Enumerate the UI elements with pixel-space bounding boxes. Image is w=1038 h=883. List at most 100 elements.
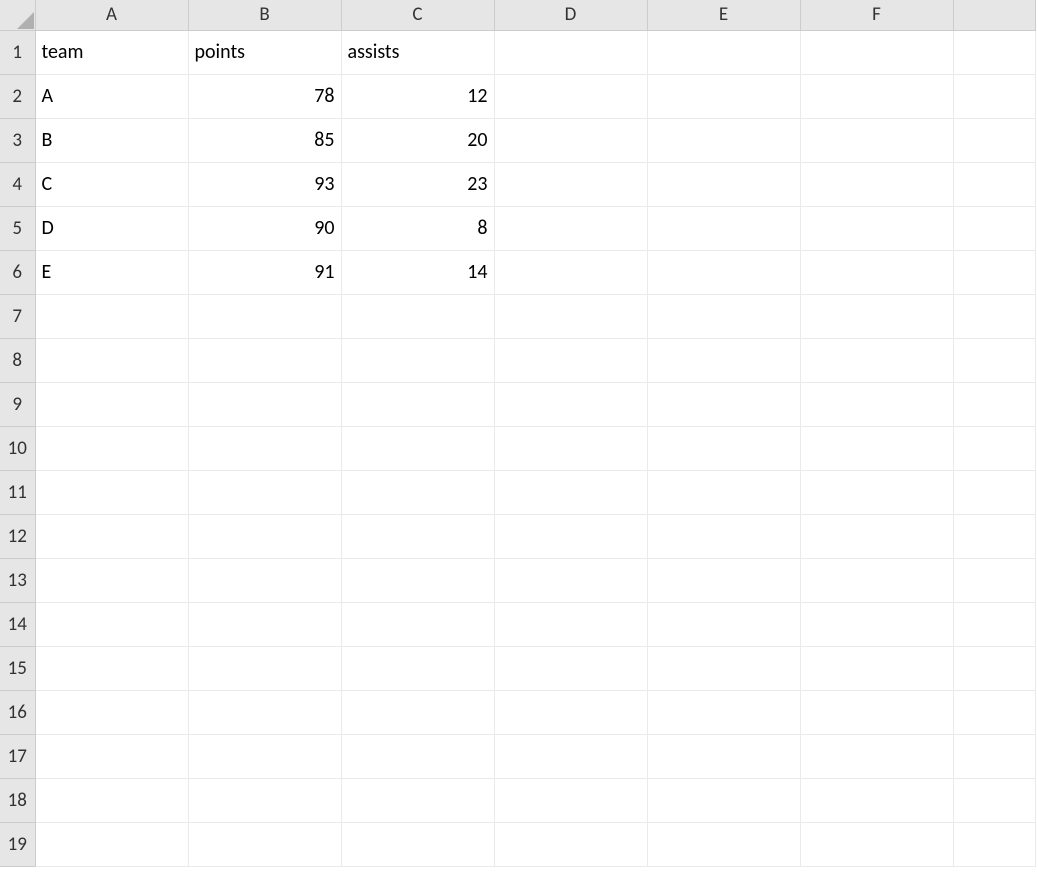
cell-C1[interactable]: assists bbox=[341, 30, 494, 74]
cell-E7[interactable] bbox=[647, 294, 800, 338]
cell-D7[interactable] bbox=[494, 294, 647, 338]
cell-F8[interactable] bbox=[800, 338, 953, 382]
cell-D17[interactable] bbox=[494, 734, 647, 778]
cell-G7[interactable] bbox=[953, 294, 1035, 338]
cell-D2[interactable] bbox=[494, 74, 647, 118]
cell-B11[interactable] bbox=[188, 470, 341, 514]
row-header-17[interactable]: 17 bbox=[0, 734, 35, 778]
cell-D1[interactable] bbox=[494, 30, 647, 74]
row-header-9[interactable]: 9 bbox=[0, 382, 35, 426]
row-header-12[interactable]: 12 bbox=[0, 514, 35, 558]
cell-C16[interactable] bbox=[341, 690, 494, 734]
cell-B4[interactable]: 93 bbox=[188, 162, 341, 206]
cell-B9[interactable] bbox=[188, 382, 341, 426]
row-header-10[interactable]: 10 bbox=[0, 426, 35, 470]
cell-F11[interactable] bbox=[800, 470, 953, 514]
cell-F7[interactable] bbox=[800, 294, 953, 338]
row-header-2[interactable]: 2 bbox=[0, 74, 35, 118]
cell-C5[interactable]: 8 bbox=[341, 206, 494, 250]
cell-C2[interactable]: 12 bbox=[341, 74, 494, 118]
cell-C12[interactable] bbox=[341, 514, 494, 558]
cell-F19[interactable] bbox=[800, 822, 953, 866]
cell-E4[interactable] bbox=[647, 162, 800, 206]
cell-A4[interactable]: C bbox=[35, 162, 188, 206]
cell-B3[interactable]: 85 bbox=[188, 118, 341, 162]
cell-B6[interactable]: 91 bbox=[188, 250, 341, 294]
cell-G11[interactable] bbox=[953, 470, 1035, 514]
cell-E10[interactable] bbox=[647, 426, 800, 470]
cell-G6[interactable] bbox=[953, 250, 1035, 294]
row-header-7[interactable]: 7 bbox=[0, 294, 35, 338]
row-header-19[interactable]: 19 bbox=[0, 822, 35, 866]
cell-C18[interactable] bbox=[341, 778, 494, 822]
cell-A7[interactable] bbox=[35, 294, 188, 338]
cell-D11[interactable] bbox=[494, 470, 647, 514]
cell-F4[interactable] bbox=[800, 162, 953, 206]
cell-C19[interactable] bbox=[341, 822, 494, 866]
cell-A8[interactable] bbox=[35, 338, 188, 382]
cell-F9[interactable] bbox=[800, 382, 953, 426]
cell-D3[interactable] bbox=[494, 118, 647, 162]
cell-G13[interactable] bbox=[953, 558, 1035, 602]
cell-G18[interactable] bbox=[953, 778, 1035, 822]
cell-A3[interactable]: B bbox=[35, 118, 188, 162]
cell-A2[interactable]: A bbox=[35, 74, 188, 118]
cell-G15[interactable] bbox=[953, 646, 1035, 690]
cell-B12[interactable] bbox=[188, 514, 341, 558]
cell-F17[interactable] bbox=[800, 734, 953, 778]
cell-E6[interactable] bbox=[647, 250, 800, 294]
cell-A11[interactable] bbox=[35, 470, 188, 514]
cell-D19[interactable] bbox=[494, 822, 647, 866]
cell-E8[interactable] bbox=[647, 338, 800, 382]
cell-D12[interactable] bbox=[494, 514, 647, 558]
cell-C7[interactable] bbox=[341, 294, 494, 338]
cell-D8[interactable] bbox=[494, 338, 647, 382]
cell-E2[interactable] bbox=[647, 74, 800, 118]
row-header-16[interactable]: 16 bbox=[0, 690, 35, 734]
cell-C8[interactable] bbox=[341, 338, 494, 382]
cell-F14[interactable] bbox=[800, 602, 953, 646]
cell-G10[interactable] bbox=[953, 426, 1035, 470]
cell-D16[interactable] bbox=[494, 690, 647, 734]
cell-A16[interactable] bbox=[35, 690, 188, 734]
row-header-1[interactable]: 1 bbox=[0, 30, 35, 74]
row-header-4[interactable]: 4 bbox=[0, 162, 35, 206]
col-header-B[interactable]: B bbox=[188, 0, 341, 30]
cell-D6[interactable] bbox=[494, 250, 647, 294]
cell-D15[interactable] bbox=[494, 646, 647, 690]
cell-B16[interactable] bbox=[188, 690, 341, 734]
cell-G1[interactable] bbox=[953, 30, 1035, 74]
cell-C4[interactable]: 23 bbox=[341, 162, 494, 206]
cell-B18[interactable] bbox=[188, 778, 341, 822]
cell-C15[interactable] bbox=[341, 646, 494, 690]
cell-A18[interactable] bbox=[35, 778, 188, 822]
cell-A19[interactable] bbox=[35, 822, 188, 866]
cell-F1[interactable] bbox=[800, 30, 953, 74]
col-header-F[interactable]: F bbox=[800, 0, 953, 30]
cell-D5[interactable] bbox=[494, 206, 647, 250]
cell-E17[interactable] bbox=[647, 734, 800, 778]
cell-C11[interactable] bbox=[341, 470, 494, 514]
cell-E19[interactable] bbox=[647, 822, 800, 866]
cell-B10[interactable] bbox=[188, 426, 341, 470]
cell-B15[interactable] bbox=[188, 646, 341, 690]
cell-C9[interactable] bbox=[341, 382, 494, 426]
cell-A17[interactable] bbox=[35, 734, 188, 778]
cell-F12[interactable] bbox=[800, 514, 953, 558]
cell-G17[interactable] bbox=[953, 734, 1035, 778]
cell-E14[interactable] bbox=[647, 602, 800, 646]
row-header-13[interactable]: 13 bbox=[0, 558, 35, 602]
cell-E3[interactable] bbox=[647, 118, 800, 162]
cell-B14[interactable] bbox=[188, 602, 341, 646]
cell-E15[interactable] bbox=[647, 646, 800, 690]
row-header-18[interactable]: 18 bbox=[0, 778, 35, 822]
cell-C10[interactable] bbox=[341, 426, 494, 470]
cell-A14[interactable] bbox=[35, 602, 188, 646]
cell-F18[interactable] bbox=[800, 778, 953, 822]
cell-C14[interactable] bbox=[341, 602, 494, 646]
cell-C13[interactable] bbox=[341, 558, 494, 602]
cell-B17[interactable] bbox=[188, 734, 341, 778]
cell-F15[interactable] bbox=[800, 646, 953, 690]
cell-F2[interactable] bbox=[800, 74, 953, 118]
spreadsheet-grid[interactable]: A B C D E F 1 team points assists 2 A 78… bbox=[0, 0, 1036, 867]
